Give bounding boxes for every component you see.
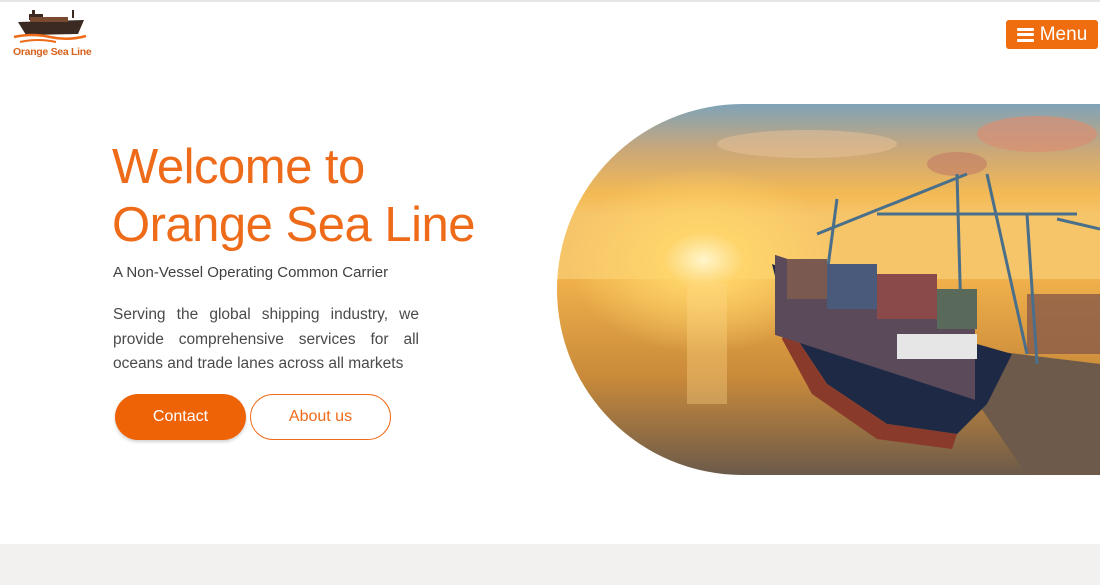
ship-icon (13, 10, 87, 43)
next-section-band (0, 544, 1100, 585)
brand-logo[interactable]: Orange Sea Line (10, 8, 92, 66)
hero-title: Welcome to Orange Sea Line (112, 138, 552, 254)
logo-text: Orange Sea Line (13, 46, 92, 58)
contact-button[interactable]: Contact (115, 394, 246, 440)
menu-button[interactable]: Menu (1006, 20, 1098, 49)
hero-description: Serving the global shipping industry, we… (113, 306, 419, 372)
about-us-button[interactable]: About us (250, 394, 391, 440)
hero-title-line1: Welcome to (112, 140, 365, 194)
menu-label: Menu (1039, 23, 1088, 45)
container-ship-sunset-photo (557, 104, 1100, 475)
hero-image (557, 104, 1100, 475)
hamburger-icon (1016, 27, 1034, 42)
top-border (0, 0, 1100, 2)
hero-subtitle: A Non-Vessel Operating Common Carrier (113, 264, 389, 281)
hero-title-line2: Orange Sea Line (112, 198, 476, 252)
